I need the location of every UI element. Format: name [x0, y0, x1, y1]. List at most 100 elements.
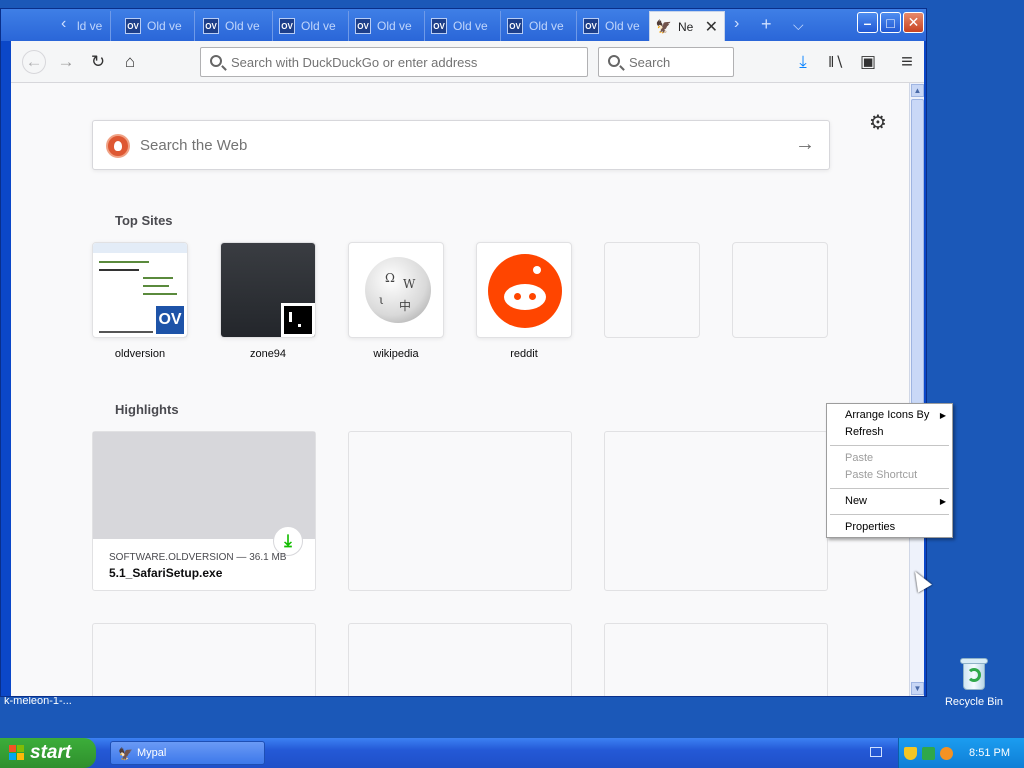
downloads-icon[interactable]: ⤓	[792, 51, 814, 73]
web-search-placeholder: Search the Web	[140, 136, 248, 154]
highlight-card-empty	[92, 623, 316, 696]
arrow-right-icon[interactable]: →	[795, 133, 815, 156]
maximize-button[interactable]: □	[880, 12, 901, 33]
minimize-button[interactable]: –	[857, 12, 878, 33]
list-all-tabs-icon[interactable]: ⌵	[793, 17, 804, 34]
library-icon[interactable]: ‖∖	[825, 51, 847, 73]
highlight-card[interactable]: ⤓ SOFTWARE.OLDVERSION — 36.1 MB 5.1_Safa…	[92, 431, 316, 591]
start-button[interactable]: start	[0, 738, 96, 768]
highlight-card-empty	[348, 623, 572, 696]
wikipedia-globe-icon: Ω W ι 中	[365, 257, 431, 323]
menu-item-paste-shortcut: Paste Shortcut	[845, 469, 918, 481]
web-search-box[interactable]: Search the Web →	[92, 120, 830, 170]
menu-item-refresh[interactable]: Refresh	[827, 424, 952, 441]
reddit-icon	[488, 254, 562, 328]
top-site-zone94[interactable]: zone94	[220, 242, 316, 360]
close-window-button[interactable]: ✕	[903, 12, 924, 33]
site-thumbnail: Ω W ι 中	[348, 242, 444, 338]
start-label: start	[30, 742, 72, 763]
menu-item-new[interactable]: New ▶	[827, 493, 952, 510]
sidebar-icon[interactable]: ▣	[857, 51, 879, 73]
recycle-bin[interactable]: Recycle Bin	[938, 656, 1010, 708]
scroll-tabs-right-icon[interactable]: ›	[734, 15, 739, 33]
scrollbar-thumb[interactable]	[911, 99, 924, 404]
search-icon	[210, 55, 222, 67]
oldversion-favicon-icon: OV	[583, 18, 599, 34]
menu-icon[interactable]: ≡	[896, 51, 918, 73]
security-shield-icon[interactable]	[904, 746, 917, 760]
menu-item-arrange-icons-by[interactable]: Arrange Icons By ▶	[827, 407, 952, 424]
top-site-empty[interactable]	[732, 242, 828, 338]
tab-title: Ne	[678, 19, 694, 34]
menu-separator	[830, 514, 949, 515]
scroll-down-icon[interactable]: ▼	[911, 682, 924, 695]
windows-logo-icon	[9, 745, 25, 761]
tab[interactable]: OV Old ve	[273, 11, 349, 41]
highlight-card-empty	[348, 431, 572, 591]
tab[interactable]: OV Old ve	[119, 11, 195, 41]
submenu-arrow-icon: ▶	[939, 411, 946, 420]
menu-item-label: Arrange Icons By	[845, 409, 930, 421]
top-site-wikipedia[interactable]: Ω W ι 中 wikipedia	[348, 242, 444, 360]
forward-icon[interactable]: →	[55, 51, 77, 73]
tab-active[interactable]: 🦅 Ne ✕	[649, 11, 725, 41]
oldversion-favicon-icon: OV	[355, 18, 371, 34]
tab[interactable]: OV Old ve	[501, 11, 577, 41]
home-icon[interactable]: ⌂	[119, 51, 141, 73]
tab-title: Old ve	[605, 19, 640, 33]
system-tray: 8:51 PM	[898, 738, 1024, 768]
menu-separator	[830, 488, 949, 489]
search-icon	[608, 55, 620, 67]
url-placeholder: Search with DuckDuckGo or enter address	[231, 54, 478, 70]
highlight-card-empty	[604, 431, 828, 591]
scroll-up-icon[interactable]: ▲	[911, 84, 924, 97]
taskbar-item-label: Mypal	[137, 747, 167, 759]
top-site-label: wikipedia	[373, 348, 419, 360]
tab-title: Old ve	[147, 19, 182, 33]
tab[interactable]: ld ve	[1, 11, 111, 41]
gear-icon[interactable]: ⚙	[869, 110, 887, 135]
tab[interactable]: OV Old ve	[425, 11, 501, 41]
top-site-oldversion[interactable]: OV oldversion	[92, 242, 188, 360]
search-tray-icon[interactable]	[940, 746, 953, 760]
taskbar-item-mypal[interactable]: 🦅 Mypal	[110, 741, 265, 765]
zone94-badge-icon	[281, 303, 315, 337]
network-icon[interactable]	[922, 746, 935, 760]
new-tab-page: ⚙ Search the Web → Top Sites OV oldversi…	[11, 83, 909, 696]
close-tab-icon[interactable]: ✕	[705, 17, 718, 37]
tab-title: Old ve	[453, 19, 488, 33]
menu-item-properties[interactable]: Properties	[827, 519, 952, 536]
site-thumbnail	[732, 242, 828, 338]
recycle-bin-icon	[959, 656, 989, 692]
highlights-title: Highlights	[115, 402, 179, 417]
url-bar[interactable]: Search with DuckDuckGo or enter address	[200, 47, 588, 77]
keyboard-icon[interactable]	[870, 747, 882, 757]
oldversion-badge-icon: OV	[153, 303, 187, 337]
highlight-filename: 5.1_SafariSetup.exe	[109, 566, 223, 580]
menu-item-paste: Paste	[845, 452, 874, 464]
recycle-bin-label: Recycle Bin	[944, 696, 1004, 708]
top-site-empty[interactable]	[604, 242, 700, 338]
search-bar[interactable]: Search	[598, 47, 734, 77]
taskbar: start 🦅 Mypal 8:51 PM	[0, 738, 1024, 768]
menu-item-label: New	[845, 495, 868, 507]
tab-strip: ‹ ld ve OV Old ve OV Old ve OV Old ve OV…	[1, 9, 926, 41]
nav-toolbar: ← → ↻ ⌂ Search with DuckDuckGo or enter …	[11, 41, 924, 83]
back-button[interactable]: ←	[22, 50, 46, 74]
site-thumbnail	[220, 242, 316, 338]
tab[interactable]: OV Old ve	[197, 11, 273, 41]
submenu-arrow-icon: ▶	[939, 497, 946, 506]
clock[interactable]: 8:51 PM	[969, 747, 1010, 759]
top-site-label: reddit	[510, 348, 538, 360]
top-site-reddit[interactable]: reddit	[476, 242, 572, 360]
site-thumbnail	[604, 242, 700, 338]
tab[interactable]: OV Old ve	[349, 11, 425, 41]
oldversion-favicon-icon: OV	[507, 18, 523, 34]
vertical-scrollbar[interactable]: ▲ ▼	[909, 83, 924, 696]
tab[interactable]: OV Old ve	[577, 11, 653, 41]
browser-window: ‹ ld ve OV Old ve OV Old ve OV Old ve OV…	[0, 8, 927, 697]
oldversion-favicon-icon: OV	[125, 18, 141, 34]
new-tab-icon[interactable]: +	[761, 14, 772, 35]
reload-icon[interactable]: ↻	[87, 51, 109, 73]
menu-separator	[830, 445, 949, 446]
